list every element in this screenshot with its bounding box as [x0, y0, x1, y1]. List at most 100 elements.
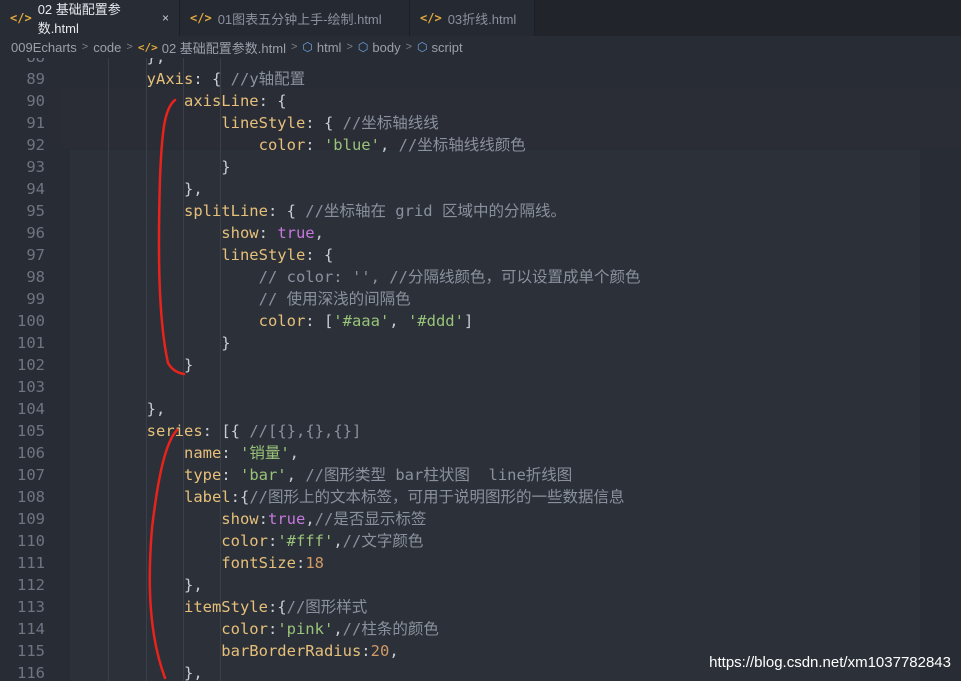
code-text: lineStyle: {: [72, 244, 333, 266]
tab-1[interactable]: </> 02 基础配置参数.html ×: [0, 0, 180, 36]
code-token: :: [361, 642, 371, 660]
code-token: barBorderRadius: [72, 642, 362, 660]
code-token: : {: [267, 202, 306, 220]
code-token: series: [72, 422, 203, 440]
line-number: 113: [17, 598, 45, 616]
breadcrumb-folder[interactable]: code: [93, 40, 121, 55]
tab-2[interactable]: </> 01图表五分钟上手-绘制.html: [180, 0, 410, 36]
code-text: }: [72, 354, 193, 376]
code-token: '#ddd': [407, 312, 464, 330]
code-token: }: [72, 356, 194, 374]
code-token: label: [72, 488, 231, 506]
line-number: 92: [26, 136, 45, 154]
line-number: 94: [26, 180, 45, 198]
code-token: color: [72, 620, 268, 638]
code-token: : [{: [202, 422, 250, 440]
code-token: : {: [193, 70, 231, 88]
tab-label: 01图表五分钟上手-绘制.html: [217, 11, 382, 27]
code-token: 20: [370, 642, 390, 660]
code-token: ,: [333, 620, 343, 638]
code-text: itemStyle:{//图形样式: [72, 596, 367, 618]
code-text: },: [72, 58, 166, 68]
code-editor[interactable]: 88 },89 yAxis: { //y轴配置90 axisLine: {91 …: [0, 58, 961, 681]
code-token: //坐标轴线线颜色: [398, 136, 526, 154]
chevron-right-icon: >: [346, 41, 353, 53]
breadcrumb-html[interactable]: html: [317, 40, 342, 55]
code-token: :: [258, 510, 268, 528]
code-line: 94 },: [0, 178, 961, 200]
line-number: 100: [17, 312, 45, 330]
code-text: },: [72, 398, 166, 420]
code-token: ,: [305, 510, 315, 528]
code-line: 101 }: [0, 332, 961, 354]
code-token: ,: [314, 224, 324, 242]
chevron-right-icon: >: [81, 41, 89, 53]
code-token: '销量': [239, 444, 290, 462]
code-text: show:true,//是否显示标签: [72, 508, 426, 530]
code-token: :: [221, 444, 240, 462]
code-token: : [: [305, 312, 334, 330]
code-token: ,: [379, 136, 399, 154]
tab-3[interactable]: </> 03折线.html: [410, 0, 535, 36]
code-token: //是否显示标签: [314, 510, 427, 528]
code-text: // color: '', //分隔线颜色，可以设置成单个颜色: [72, 266, 641, 288]
code-token: fontSize: [72, 554, 296, 572]
code-token: color: [72, 532, 268, 550]
code-line: 114 color:'pink',//柱条的颜色: [0, 618, 961, 640]
code-text: name: '销量',: [72, 442, 299, 464]
code-line: 96 show: true,: [0, 222, 961, 244]
code-token: :: [258, 224, 278, 242]
breadcrumb-body[interactable]: body: [372, 40, 400, 55]
code-token: show: [72, 510, 259, 528]
line-number: 108: [17, 488, 45, 506]
code-text: type: 'bar', //图形类型 bar柱状图 line折线图: [72, 464, 572, 486]
code-token: itemStyle: [72, 598, 268, 616]
code-token: : {: [305, 114, 343, 132]
code-line: 107 type: 'bar', //图形类型 bar柱状图 line折线图: [0, 464, 961, 486]
code-line: 95 splitLine: { //坐标轴在 grid 区域中的分隔线。: [0, 200, 961, 222]
code-text: // 使用深浅的间隔色: [72, 288, 411, 310]
code-token: '#aaa': [333, 312, 390, 330]
html-file-icon: </>: [10, 11, 32, 25]
code-token: },: [72, 664, 203, 681]
code-token: // 使用深浅的间隔色: [72, 290, 411, 308]
code-line: 100 color: ['#aaa', '#ddd']: [0, 310, 961, 332]
tab-label: 02 基础配置参数.html: [37, 2, 121, 36]
code-token: //文字颜色: [342, 532, 424, 550]
code-token: :: [221, 466, 240, 484]
code-text: color: ['#aaa', '#ddd']: [72, 310, 474, 332]
line-number: 96: [26, 224, 45, 242]
line-number: 89: [26, 70, 45, 88]
code-line: 109 show:true,//是否显示标签: [0, 508, 961, 530]
line-number: 99: [26, 290, 45, 308]
breadcrumb-file[interactable]: 02 基础配置参数.html: [162, 38, 286, 57]
code-token: //图形类型 bar柱状图 line折线图: [305, 466, 573, 484]
code-token: ,: [289, 444, 299, 462]
html-file-icon: </>: [137, 40, 158, 54]
code-token: yAxis: [72, 70, 194, 88]
code-token: ]: [463, 312, 474, 330]
breadcrumb-root[interactable]: 009Echarts: [11, 40, 77, 55]
code-token: //[{},{},{}]: [249, 422, 362, 440]
code-line: 99 // 使用深浅的间隔色: [0, 288, 961, 310]
code-token: type: [72, 466, 222, 484]
code-token: ,: [389, 312, 408, 330]
code-token: //坐标轴线线: [342, 114, 439, 132]
close-icon[interactable]: ×: [162, 11, 169, 25]
code-line: 104 },: [0, 398, 961, 420]
code-text: color:'#fff',//文字颜色: [72, 530, 423, 552]
code-line: 90 axisLine: {: [0, 90, 961, 112]
code-token: color: [72, 136, 306, 154]
code-token: :: [267, 532, 278, 550]
code-line: 93 }: [0, 156, 961, 178]
code-text: },: [72, 574, 203, 596]
code-line: 110 color:'#fff',//文字颜色: [0, 530, 961, 552]
code-token: 'blue': [323, 136, 380, 154]
code-token: 'pink': [277, 620, 334, 638]
code-text: color: 'blue', //坐标轴线线颜色: [72, 134, 526, 156]
code-token: ,: [389, 642, 399, 660]
code-line: 112 },: [0, 574, 961, 596]
code-token: axisLine: [72, 92, 259, 110]
breadcrumb-script[interactable]: script: [432, 40, 463, 55]
line-number: 106: [17, 444, 45, 462]
